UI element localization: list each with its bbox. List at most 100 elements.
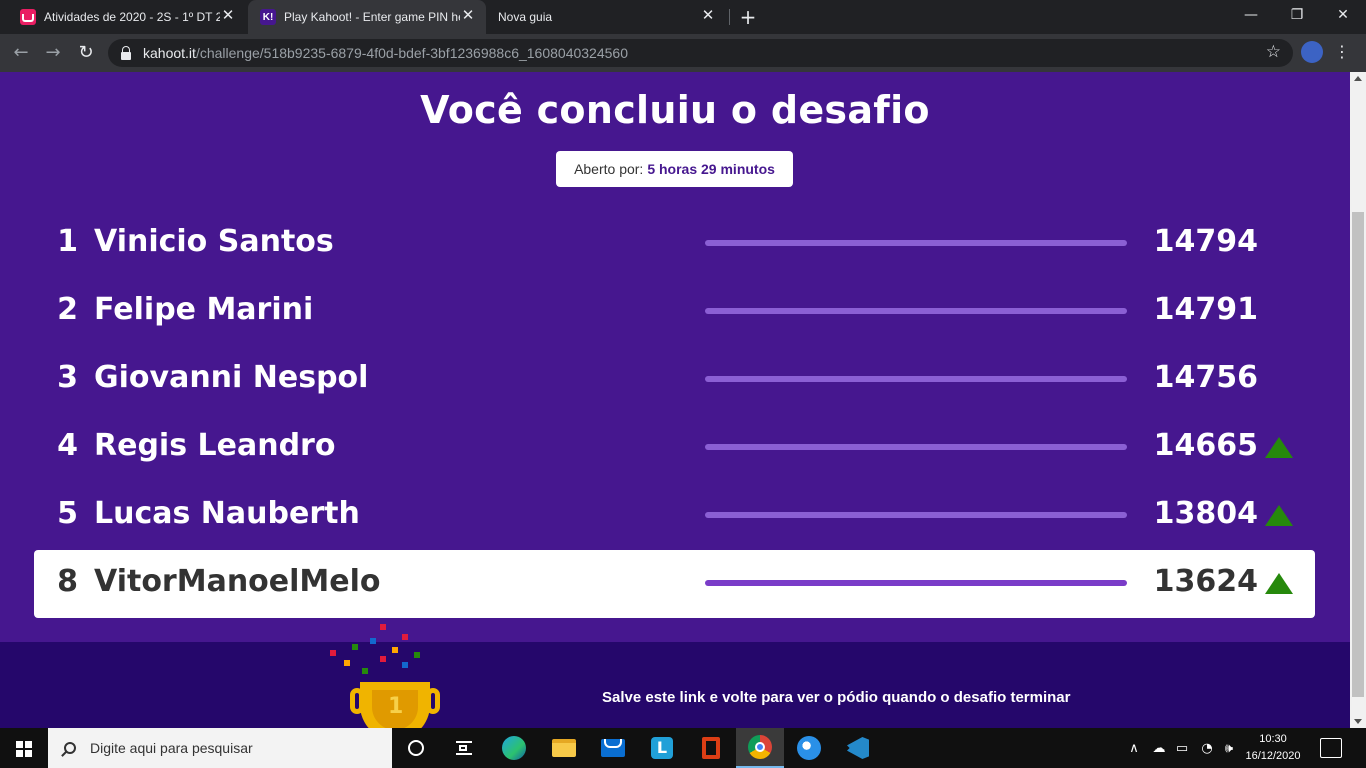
office-button[interactable] [687, 728, 735, 768]
rank-number: 5 [57, 496, 78, 531]
url-text[interactable]: kahoot.it/challenge/518b9235-6879-4f0d-b… [143, 45, 628, 61]
score-bar [705, 376, 1127, 382]
tab-title: Atividades de 2020 - 2S - 1º DT 2 [44, 10, 220, 24]
confetti-piece [380, 624, 386, 630]
trophy-number: 1 [388, 694, 404, 719]
new-tab-button[interactable]: + [737, 6, 759, 28]
browser-toolbar: ← → ↻ kahoot.it/challenge/518b9235-6879-… [0, 34, 1366, 72]
tab-title: Nova guia [498, 10, 553, 24]
player-name: Felipe Marini [94, 292, 314, 327]
mail-button[interactable] [589, 728, 637, 768]
page-title: Você concluiu o desafio [420, 88, 930, 132]
close-tab-icon[interactable]: ✕ [460, 8, 476, 24]
leaderboard-row-player: 8 VitorManoelMelo 13624 [34, 550, 1315, 618]
profile-avatar[interactable] [1301, 41, 1323, 63]
confetti-piece [344, 660, 350, 666]
search-placeholder: Digite aqui para pesquisar [90, 740, 253, 756]
close-window-button[interactable]: ✕ [1320, 4, 1366, 30]
confetti-piece [370, 638, 376, 644]
rank-number: 1 [57, 224, 78, 259]
wifi-icon[interactable]: ◔ [1199, 728, 1215, 768]
vscode-button[interactable] [834, 728, 882, 768]
save-link-message: Salve este link e volte para ver o pódio… [602, 689, 1071, 706]
classroom-favicon-icon [20, 9, 36, 25]
taskbar-search[interactable]: Digite aqui para pesquisar [48, 728, 392, 768]
search-icon [64, 742, 76, 754]
taskbar-clock[interactable]: 10:30 16/12/2020 [1238, 731, 1308, 765]
address-bar[interactable]: kahoot.it/challenge/518b9235-6879-4f0d-b… [108, 39, 1293, 67]
confetti-piece [402, 634, 408, 640]
start-button[interactable] [0, 728, 48, 768]
mail-icon [601, 739, 625, 757]
player-score: 14794 [1153, 224, 1258, 259]
cortana-icon [408, 740, 424, 756]
player-name: Lucas Nauberth [94, 496, 360, 531]
tab-new[interactable]: Nova guia ✕ [488, 0, 726, 34]
confetti-piece [402, 662, 408, 668]
onedrive-icon[interactable]: ☁ [1150, 728, 1168, 768]
browser-menu-icon[interactable]: ⋮ [1334, 42, 1350, 64]
edge-button[interactable] [490, 728, 538, 768]
office-icon [702, 737, 720, 759]
kahoot-favicon-icon: K! [260, 9, 276, 25]
confetti-piece [392, 647, 398, 653]
volume-icon[interactable]: 🕪 [1221, 728, 1237, 768]
player-name: Regis Leandro [94, 428, 336, 463]
leaderboard-row: 2 Felipe Marini 14791 [34, 278, 1315, 346]
l-app-button[interactable]: L [638, 728, 686, 768]
player-score: 13624 [1153, 564, 1258, 599]
forward-button[interactable]: → [40, 41, 66, 65]
file-explorer-icon [552, 739, 576, 757]
player-score: 14791 [1153, 292, 1258, 327]
chrome-button[interactable] [736, 728, 784, 768]
clock-time: 10:30 [1259, 733, 1287, 745]
lock-icon[interactable] [121, 45, 131, 60]
rank-up-arrow-icon [1265, 505, 1293, 526]
confetti-piece [330, 650, 336, 656]
confetti-piece [352, 644, 358, 650]
tab-classroom[interactable]: Atividades de 2020 - 2S - 1º DT 2 ✕ [8, 0, 246, 34]
minimize-button[interactable]: — [1228, 4, 1274, 30]
rank-number: 4 [57, 428, 78, 463]
notification-center-icon[interactable] [1320, 738, 1342, 758]
player-score: 14756 [1153, 360, 1258, 395]
tab-kahoot[interactable]: K! Play Kahoot! - Enter game PIN he ✕ [248, 0, 486, 34]
confetti-piece [362, 668, 368, 674]
leaderboard-row: 1 Vinicio Santos 14794 [34, 210, 1315, 278]
task-view-button[interactable] [440, 728, 488, 768]
l-app-icon: L [651, 737, 673, 759]
rank-up-arrow-icon [1265, 437, 1293, 458]
bookmark-star-icon[interactable]: ☆ [1266, 42, 1281, 62]
back-button[interactable]: ← [8, 41, 34, 65]
vscode-icon [847, 737, 869, 759]
scrollbar-thumb[interactable] [1352, 212, 1364, 697]
reload-button[interactable]: ↻ [73, 41, 99, 65]
leaderboard-row: 3 Giovanni Nespol 14756 [34, 346, 1315, 414]
player-score: 14665 [1153, 428, 1258, 463]
opened-label: Aberto por: [574, 161, 644, 177]
score-bar [705, 240, 1127, 246]
clock-date: 16/12/2020 [1245, 750, 1301, 762]
cortana-button[interactable] [392, 728, 440, 768]
restore-button[interactable]: ❐ [1274, 4, 1320, 30]
close-tab-icon[interactable]: ✕ [700, 8, 716, 24]
close-tab-icon[interactable]: ✕ [220, 8, 236, 24]
score-bar [705, 308, 1127, 314]
file-explorer-button[interactable] [540, 728, 588, 768]
scroll-down-icon[interactable] [1354, 719, 1362, 724]
edge-icon [502, 736, 526, 760]
rank-number: 8 [57, 564, 78, 599]
score-bar [705, 580, 1127, 586]
page-scrollbar[interactable] [1350, 72, 1366, 728]
player-score: 13804 [1153, 496, 1258, 531]
opened-duration: 5 horas 29 minutos [647, 161, 775, 177]
firefox-button[interactable] [785, 728, 833, 768]
opened-badge: Aberto por: 5 horas 29 minutos [556, 151, 793, 187]
firefox-icon [797, 736, 821, 760]
battery-icon[interactable]: ▭ [1174, 728, 1190, 768]
score-bar [705, 512, 1127, 518]
rank-up-arrow-icon [1265, 573, 1293, 594]
show-hidden-icons-button[interactable]: ∧ [1126, 728, 1142, 768]
player-name: Vinicio Santos [94, 224, 334, 259]
scroll-up-icon[interactable] [1354, 76, 1362, 81]
